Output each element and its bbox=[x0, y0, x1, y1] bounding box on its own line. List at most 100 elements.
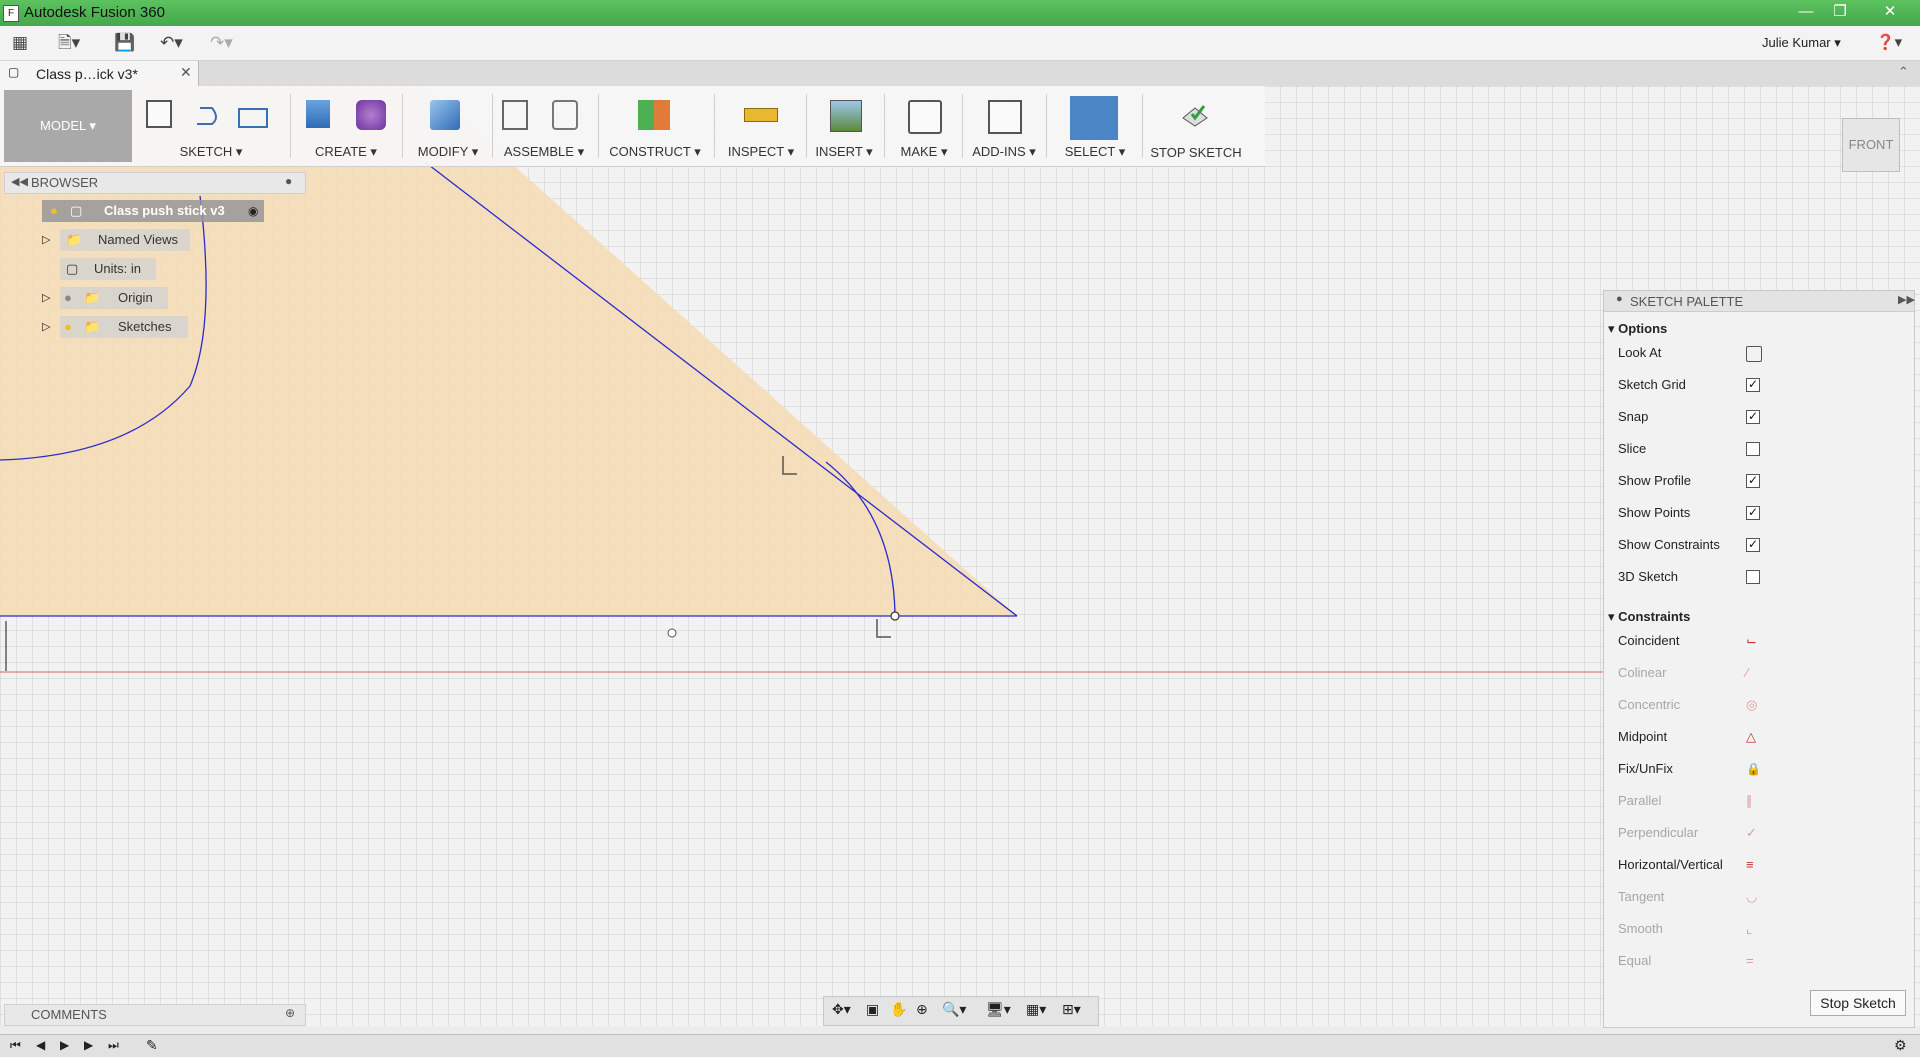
expand-icon[interactable]: ▷ bbox=[42, 287, 50, 309]
browser-root-item[interactable]: ● ▢ Class push stick v3 bbox=[42, 200, 264, 222]
go-to-end-icon[interactable]: ⏭ bbox=[108, 1038, 119, 1053]
settings-gear-icon[interactable]: ⚙ bbox=[1894, 1037, 1907, 1054]
create-sketch-icon[interactable] bbox=[146, 100, 172, 128]
3d-print-icon[interactable] bbox=[908, 100, 942, 134]
joint-icon[interactable] bbox=[552, 100, 578, 130]
offset-plane-icon[interactable] bbox=[638, 100, 670, 130]
scripts-icon[interactable] bbox=[988, 100, 1022, 134]
comments-bar[interactable]: COMMENTS ⊕ bbox=[4, 1004, 306, 1026]
rectangle-icon[interactable] bbox=[238, 108, 268, 128]
restore-button[interactable]: ❐ bbox=[1824, 0, 1856, 24]
sketch-timeline-icon[interactable]: ✎ bbox=[146, 1037, 158, 1054]
constraint-perpendicular[interactable]: Perpendicular ✓ bbox=[1614, 817, 1904, 849]
pin-icon[interactable]: ● bbox=[285, 174, 292, 188]
browser-item-sketches[interactable]: ▷ ● 📁 Sketches bbox=[4, 316, 204, 338]
constraint-coincident[interactable]: Coincident ⌙ bbox=[1614, 625, 1904, 657]
slice-checkbox[interactable] bbox=[1746, 442, 1760, 456]
browser-item-named-views[interactable]: ▷ 📁 Named Views bbox=[4, 229, 204, 251]
add-comment-icon[interactable]: ⊕ bbox=[285, 1006, 295, 1020]
constraint-midpoint[interactable]: Midpoint △ bbox=[1614, 721, 1904, 753]
tangent-icon[interactable]: ◡ bbox=[1746, 890, 1760, 904]
constraint-concentric[interactable]: Concentric ◎ bbox=[1614, 689, 1904, 721]
sketch-group[interactable]: SKETCH ▾ bbox=[140, 86, 282, 166]
viewports-icon[interactable]: ⊞▾ bbox=[1062, 1001, 1081, 1018]
make-group[interactable]: MAKE ▾ bbox=[888, 86, 960, 166]
constraint-colinear[interactable]: Colinear ⁄ bbox=[1614, 657, 1904, 689]
help-icon[interactable]: ❓▾ bbox=[1876, 33, 1902, 53]
browser-header[interactable]: ◀◀ BROWSER ● bbox=[4, 172, 306, 194]
lightbulb-icon[interactable]: ● bbox=[64, 316, 72, 338]
snap-checkbox[interactable]: ✓ bbox=[1746, 410, 1760, 424]
lightbulb-icon[interactable]: ● bbox=[50, 200, 58, 222]
form-icon[interactable] bbox=[356, 100, 386, 130]
parallel-icon[interactable]: ∥ bbox=[1746, 794, 1760, 808]
document-tab[interactable]: ▢ Class p…ick v3* ✕ bbox=[0, 61, 199, 86]
sketch-point[interactable] bbox=[890, 611, 900, 621]
sketch-palette-header[interactable]: ● SKETCH PALETTE ▶▶ bbox=[1604, 291, 1915, 312]
close-tab-icon[interactable]: ✕ bbox=[180, 64, 192, 81]
orbit-icon[interactable]: ✥▾ bbox=[832, 1001, 851, 1018]
activate-radio-icon[interactable]: ◉ bbox=[248, 204, 258, 218]
constraint-fix-unfix[interactable]: Fix/UnFix 🔒 bbox=[1614, 753, 1904, 785]
play-icon[interactable]: ▶ bbox=[60, 1038, 69, 1052]
sketch-grid-checkbox[interactable]: ✓ bbox=[1746, 378, 1760, 392]
origin-point[interactable] bbox=[667, 628, 677, 638]
constraint-smooth[interactable]: Smooth ⌞ bbox=[1614, 913, 1904, 945]
concentric-icon[interactable]: ◎ bbox=[1746, 698, 1760, 712]
modify-group[interactable]: MODIFY ▾ bbox=[408, 86, 488, 166]
constraint-tangent[interactable]: Tangent ◡ bbox=[1614, 881, 1904, 913]
constraint-parallel[interactable]: Parallel ∥ bbox=[1614, 785, 1904, 817]
expand-icon[interactable]: ▷ bbox=[42, 316, 50, 338]
select-icon[interactable] bbox=[1070, 96, 1118, 140]
user-menu[interactable]: Julie Kumar ▾ bbox=[1762, 35, 1841, 51]
stop-sketch-group[interactable]: STOP SKETCH bbox=[1146, 86, 1246, 166]
option-slice[interactable]: Slice bbox=[1614, 433, 1904, 465]
view-cube[interactable]: FRONT bbox=[1842, 118, 1900, 172]
apps-grid-icon[interactable]: ▦ bbox=[12, 33, 28, 53]
option-snap[interactable]: Snap ✓ bbox=[1614, 401, 1904, 433]
save-icon[interactable]: 💾 bbox=[114, 33, 135, 53]
minimize-button[interactable]: — bbox=[1790, 0, 1822, 24]
undo-icon[interactable]: ↶▾ bbox=[160, 33, 183, 53]
extrude-icon[interactable] bbox=[306, 100, 330, 128]
insert-group[interactable]: INSERT ▾ bbox=[808, 86, 880, 166]
show-profile-checkbox[interactable]: ✓ bbox=[1746, 474, 1760, 488]
option-3d-sketch[interactable]: 3D Sketch bbox=[1614, 561, 1904, 593]
grid-settings-icon[interactable]: ▦▾ bbox=[1026, 1001, 1046, 1018]
option-sketch-grid[interactable]: Sketch Grid ✓ bbox=[1614, 369, 1904, 401]
perpendicular-icon[interactable]: ✓ bbox=[1746, 826, 1760, 840]
stop-sketch-icon[interactable] bbox=[1180, 100, 1210, 130]
display-settings-icon[interactable]: 🖥▾ bbox=[986, 1001, 1011, 1018]
option-look-at[interactable]: Look At bbox=[1614, 337, 1904, 369]
pan-icon[interactable]: ✋ bbox=[890, 1001, 907, 1018]
lightbulb-icon[interactable]: ● bbox=[64, 287, 72, 309]
close-button[interactable]: ✕ bbox=[1870, 0, 1910, 24]
equal-icon[interactable]: = bbox=[1746, 954, 1760, 968]
file-menu-icon[interactable]: 🗎▾ bbox=[58, 33, 80, 53]
browser-item-units[interactable]: ▢ Units: in bbox=[4, 258, 204, 280]
3d-sketch-checkbox[interactable] bbox=[1746, 570, 1760, 584]
show-constraints-checkbox[interactable]: ✓ bbox=[1746, 538, 1760, 552]
redo-icon[interactable]: ↷▾ bbox=[210, 33, 233, 53]
collapse-panel-icon[interactable]: ◀◀ bbox=[11, 175, 28, 188]
fit-icon[interactable]: 🔍▾ bbox=[942, 1001, 966, 1018]
step-back-icon[interactable]: ◀ bbox=[36, 1038, 45, 1052]
measure-icon[interactable] bbox=[744, 108, 778, 122]
collapse-icon[interactable]: ⌃ bbox=[1898, 64, 1909, 80]
construct-group[interactable]: CONSTRUCT ▾ bbox=[602, 86, 708, 166]
assemble-group[interactable]: ASSEMBLE ▾ bbox=[496, 86, 592, 166]
press-pull-icon[interactable] bbox=[430, 100, 460, 130]
constraint-horizontal-vertical[interactable]: Horizontal/Vertical ≡ bbox=[1614, 849, 1904, 881]
select-group[interactable]: SELECT ▾ bbox=[1050, 86, 1140, 166]
expand-right-icon[interactable]: ▶▶ bbox=[1898, 293, 1915, 306]
create-group[interactable]: CREATE ▾ bbox=[296, 86, 396, 166]
add-ins-group[interactable]: ADD-INS ▾ bbox=[966, 86, 1042, 166]
stop-sketch-button[interactable]: Stop Sketch bbox=[1810, 990, 1906, 1016]
midpoint-icon[interactable]: △ bbox=[1746, 730, 1760, 744]
look-at-icon[interactable] bbox=[1746, 346, 1762, 362]
option-show-constraints[interactable]: Show Constraints ✓ bbox=[1614, 529, 1904, 561]
expand-icon[interactable]: ▷ bbox=[42, 229, 50, 251]
colinear-icon[interactable]: ⁄ bbox=[1746, 666, 1760, 680]
collapse-icon[interactable]: ● bbox=[1616, 293, 1623, 305]
workspace-switcher[interactable]: MODEL ▾ bbox=[4, 90, 132, 162]
